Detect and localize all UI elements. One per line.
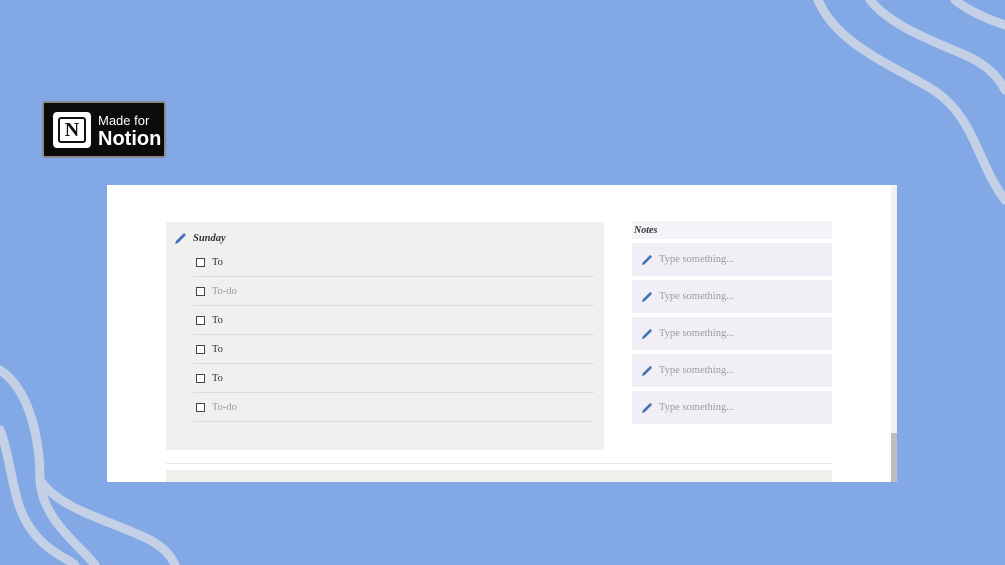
notes-panel: Notes Type something... Type something...… xyxy=(632,221,832,424)
note-field[interactable]: Type something... xyxy=(632,280,832,313)
pencil-icon xyxy=(641,254,653,265)
next-section-card xyxy=(166,470,832,482)
todo-label[interactable]: To-do xyxy=(212,286,237,297)
note-placeholder[interactable]: Type something... xyxy=(659,402,734,413)
note-field[interactable]: Type something... xyxy=(632,354,832,387)
note-placeholder[interactable]: Type something... xyxy=(659,291,734,302)
checkbox-icon[interactable] xyxy=(196,402,205,412)
checkbox-icon[interactable] xyxy=(196,257,205,267)
checkbox-icon[interactable] xyxy=(196,286,205,296)
todo-item[interactable]: To xyxy=(193,335,594,364)
day-header: Sunday xyxy=(174,232,226,245)
notes-title: Notes xyxy=(632,221,832,239)
todo-item[interactable]: To xyxy=(193,248,594,277)
todo-label[interactable]: To xyxy=(212,344,223,355)
todo-item[interactable]: To-do xyxy=(193,393,594,422)
scrollbar[interactable] xyxy=(891,185,897,482)
notes-list: Type something... Type something... Type s… xyxy=(632,243,832,424)
badge-brand: Notion xyxy=(98,128,162,150)
pencil-icon xyxy=(641,365,653,376)
notion-logo-icon: N xyxy=(53,112,91,148)
note-placeholder[interactable]: Type something... xyxy=(659,254,734,265)
checkbox-icon[interactable] xyxy=(196,315,205,325)
badge-made-for: Made for xyxy=(98,113,150,128)
scrollbar-thumb[interactable] xyxy=(891,433,897,482)
note-placeholder[interactable]: Type something... xyxy=(659,365,734,376)
todo-item[interactable]: To xyxy=(193,364,594,393)
todo-label[interactable]: To xyxy=(212,257,223,268)
pencil-icon xyxy=(641,402,653,413)
todo-item[interactable]: To-do xyxy=(193,277,594,306)
pencil-icon xyxy=(641,291,653,302)
note-placeholder[interactable]: Type something... xyxy=(659,328,734,339)
checkbox-icon[interactable] xyxy=(196,373,205,383)
note-field[interactable]: Type something... xyxy=(632,391,832,424)
note-field[interactable]: Type something... xyxy=(632,317,832,350)
note-field[interactable]: Type something... xyxy=(632,243,832,276)
notion-page-window: Sunday To To-do To To To To-do Notes Type som… xyxy=(107,185,897,482)
day-card-sunday: Sunday To To-do To To To To-do xyxy=(166,222,604,450)
todo-item[interactable]: To xyxy=(193,306,594,335)
pencil-icon xyxy=(641,328,653,339)
checkbox-icon[interactable] xyxy=(196,344,205,354)
day-title: Sunday xyxy=(193,233,226,244)
todo-label[interactable]: To xyxy=(212,373,223,384)
made-for-notion-badge[interactable]: N Made for Notion xyxy=(42,101,166,158)
todo-list: To To-do To To To To-do xyxy=(193,248,594,422)
todo-label[interactable]: To-do xyxy=(212,402,237,413)
todo-label[interactable]: To xyxy=(212,315,223,326)
pencil-icon xyxy=(175,233,186,244)
section-divider xyxy=(166,463,832,464)
